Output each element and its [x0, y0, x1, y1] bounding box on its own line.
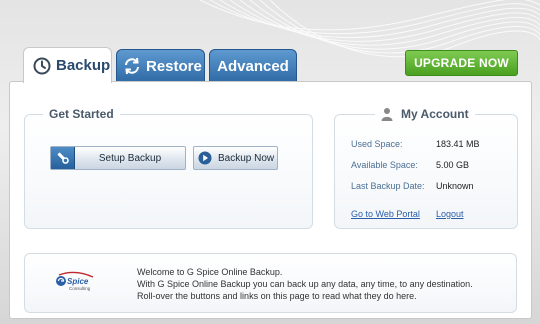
upgrade-now-label: UPGRADE NOW: [414, 56, 509, 70]
user-icon: [381, 107, 393, 121]
my-account-box: My Account Used Space: 183.41 MB Availab…: [334, 107, 518, 229]
tab-advanced[interactable]: Advanced: [209, 49, 297, 82]
logo-subtext: Consulting: [69, 286, 91, 291]
used-space-label: Used Space:: [351, 139, 403, 149]
upgrade-now-button[interactable]: UPGRADE NOW: [405, 50, 518, 76]
tab-advanced-label: Advanced: [217, 57, 289, 75]
tab-restore[interactable]: Restore: [116, 49, 205, 82]
my-account-title: My Account: [375, 107, 475, 121]
last-backup-date-label: Last Backup Date:: [351, 181, 425, 191]
wrench-icon: [51, 147, 75, 169]
setup-backup-label: Setup Backup: [98, 152, 162, 164]
web-portal-link[interactable]: Go to Web Portal: [351, 209, 420, 219]
play-icon: [194, 147, 216, 169]
welcome-line-2: With G Spice Online Backup you can back …: [137, 279, 473, 289]
setup-backup-button[interactable]: Setup Backup: [50, 146, 186, 170]
g-spice-logo: Spice Consulting: [56, 271, 94, 291]
backup-now-label: Backup Now: [218, 152, 275, 164]
welcome-line-3: Roll-over the buttons and links on this …: [137, 291, 417, 301]
tab-restore-label: Restore: [146, 57, 202, 75]
welcome-text: Welcome to G Spice Online Backup. With G…: [137, 266, 473, 302]
clock-icon: [32, 56, 52, 76]
backup-now-button[interactable]: Backup Now: [193, 146, 278, 170]
available-space-value: 5.00 GB: [436, 160, 470, 170]
logout-link[interactable]: Logout: [436, 209, 464, 219]
my-account-label: My Account: [401, 107, 469, 121]
tab-backup[interactable]: Backup: [23, 47, 112, 83]
available-space-label: Available Space:: [351, 160, 418, 170]
get-started-box: Get Started Setup Backup Backup Now: [24, 107, 313, 229]
last-backup-date-value: Unknown: [436, 181, 474, 191]
refresh-icon: [122, 56, 142, 76]
welcome-line-1: Welcome to G Spice Online Backup.: [137, 267, 283, 277]
used-space-value: 183.41 MB: [436, 139, 480, 149]
main-panel: Get Started Setup Backup Backup Now My A…: [9, 81, 532, 319]
logo-text: Spice: [67, 277, 89, 286]
get-started-title: Get Started: [43, 107, 120, 121]
tab-backup-label: Backup: [56, 57, 111, 74]
welcome-box: Spice Consulting Welcome to G Spice Onli…: [24, 253, 517, 313]
